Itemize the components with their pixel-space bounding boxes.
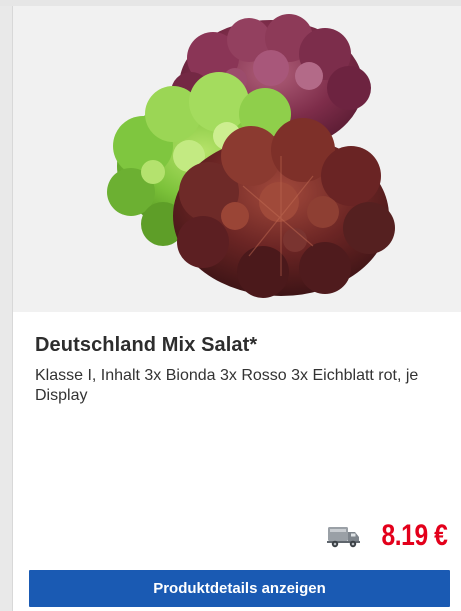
product-price: 8.19 € xyxy=(381,519,447,552)
product-details-button[interactable]: Produktdetails anzeigen xyxy=(29,570,450,607)
lettuce-mix-image xyxy=(107,14,395,298)
delivery-truck-icon xyxy=(326,527,360,548)
product-image[interactable] xyxy=(13,6,461,312)
price-row: 8.19 € xyxy=(326,518,447,554)
product-card: Deutschland Mix Salat* Klasse I, Inhalt … xyxy=(12,6,461,611)
product-title[interactable]: Deutschland Mix Salat* xyxy=(35,334,455,357)
product-description: Klasse I, Inhalt 3x Bionda 3x Rosso 3x E… xyxy=(35,367,419,404)
